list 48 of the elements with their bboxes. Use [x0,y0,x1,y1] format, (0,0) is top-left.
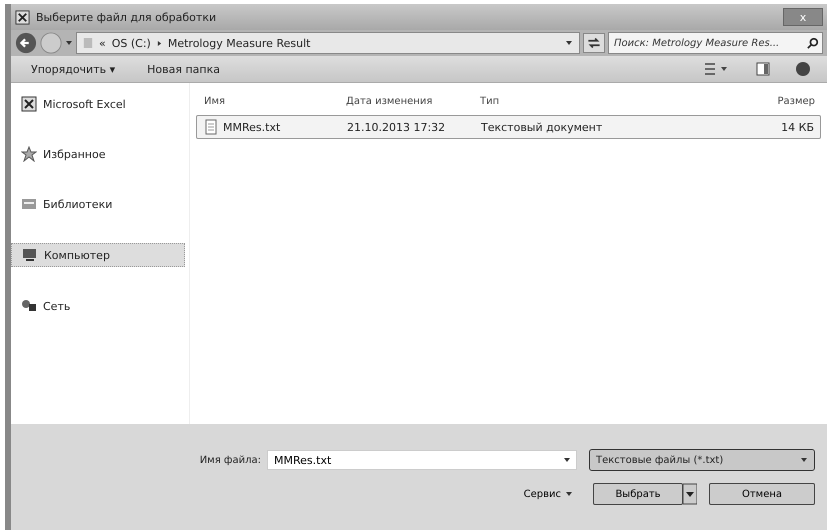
computer-icon [22,247,38,263]
sidebar-item[interactable]: Компьютер [11,243,185,267]
file-name-label: Имя файла: [200,454,261,466]
address-bar[interactable]: « OS (C:) Metrology Measure Result [76,32,580,54]
excel-icon [15,10,30,24]
star-icon [21,146,37,162]
toolbar-button[interactable]: Упорядочить ▾ [27,60,120,78]
breadcrumb[interactable]: Metrology Measure Result [168,36,310,50]
sidebar-item[interactable]: Microsoft Excel [11,93,185,115]
excel-icon [21,96,37,112]
chevron-icon [156,40,162,46]
help-icon[interactable] [795,61,811,77]
breadcrumb[interactable]: OS (C:) [112,36,151,50]
toolbar-button[interactable]: Новая папка [143,60,224,78]
refresh-icon[interactable] [583,33,605,53]
column-header[interactable]: Дата изменения [346,96,480,106]
file-name: MMRes.txt [223,120,280,134]
column-header[interactable]: Размер [600,96,821,106]
sidebar-item[interactable]: Избранное [11,143,185,165]
text-file-icon [205,119,217,135]
caret-icon[interactable] [563,456,571,464]
library-icon [21,196,37,212]
search-icon [807,37,819,49]
window-title: Выберите файл для обработки [36,10,216,24]
file-type-dropdown[interactable]: Текстовые файлы (*.txt) [589,449,815,471]
service-button[interactable]: Сервис [518,488,567,500]
column-header[interactable]: Тип [480,96,600,106]
caret-icon[interactable] [65,39,73,47]
file-date: 21.10.2013 17:32 [347,120,446,134]
caret-icon[interactable] [565,39,573,47]
caret-icon[interactable] [565,490,573,498]
preview-pane-icon[interactable] [755,61,771,77]
sidebar-item[interactable]: Библиотеки [11,193,185,215]
sidebar-item[interactable]: Сеть [11,295,185,317]
back-button[interactable] [15,32,37,54]
cancel-button[interactable]: Отмена [709,483,815,505]
file-row[interactable]: MMRes.txt 21.10.2013 17:32 Текстовый документ 14 КБ [196,115,821,139]
file-size: 14 КБ [780,120,815,134]
caret-icon [800,456,808,464]
file-type: Текстовый документ [481,120,601,134]
file-name-field[interactable]: MMRes.txt [267,450,577,470]
network-icon [21,298,37,314]
folder-icon [83,36,93,50]
close-button[interactable]: x [783,8,823,26]
column-header[interactable]: Имя [196,96,346,106]
caret-icon[interactable] [683,483,697,505]
search-field[interactable]: Поиск: Metrology Measure Res... [608,32,823,54]
breadcrumb[interactable]: « [99,36,106,50]
